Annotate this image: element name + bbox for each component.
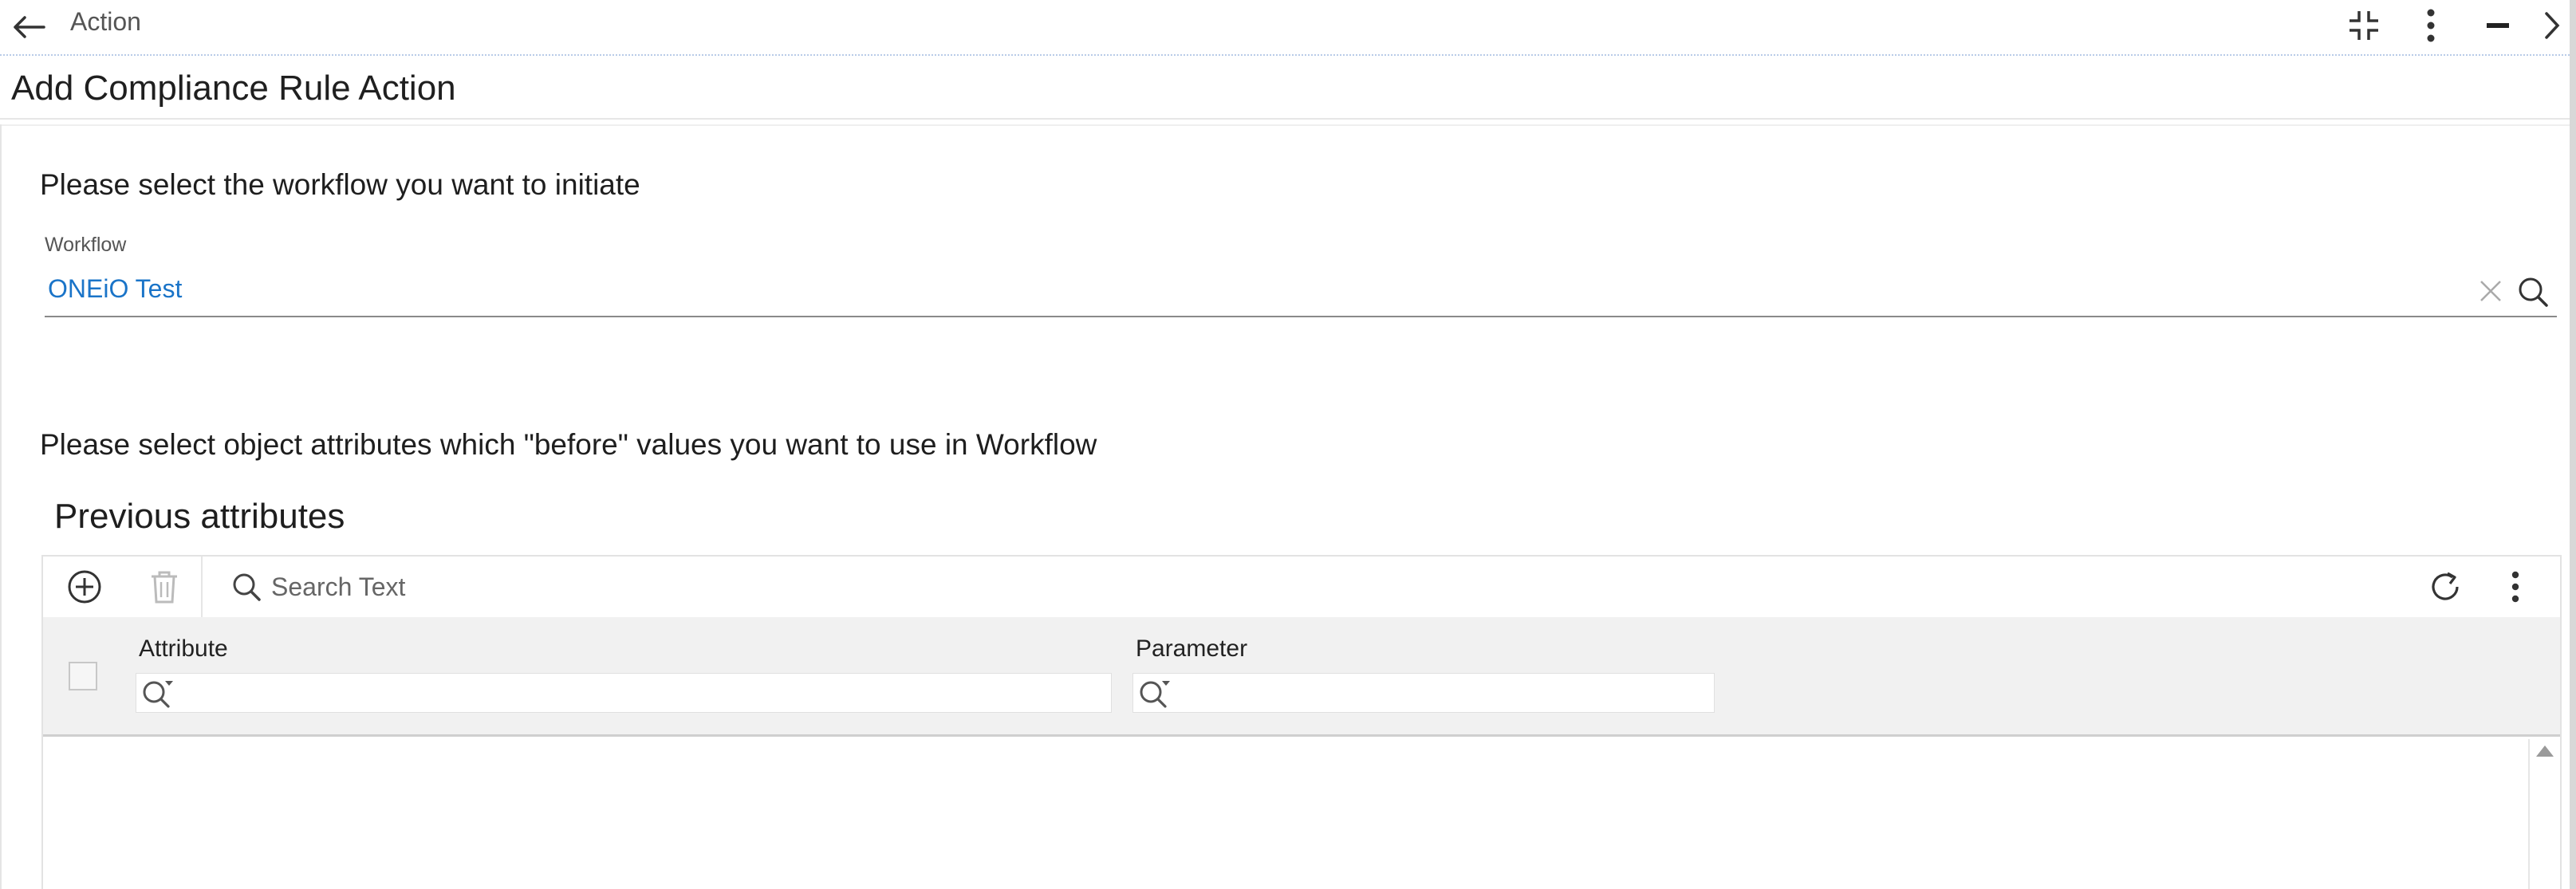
trash-icon — [150, 570, 179, 604]
close-icon — [2479, 279, 2503, 303]
search-input[interactable] — [271, 572, 2385, 602]
parameter-filter — [1132, 673, 1715, 713]
minimize-button[interactable] — [2476, 3, 2520, 48]
content-left-border — [0, 124, 2, 889]
attributes-table: Attribute Parameter — [41, 555, 2562, 889]
table-scrollbar[interactable] — [2528, 739, 2560, 889]
next-button[interactable] — [2536, 3, 2568, 48]
table-header: Attribute Parameter — [43, 617, 2560, 737]
attributes-instruction: Please select object attributes which "b… — [40, 428, 1097, 461]
column-header-parameter[interactable]: Parameter — [1136, 635, 1247, 663]
table-search — [231, 571, 2385, 603]
delete-row-button[interactable] — [142, 564, 187, 609]
page-title: Add Compliance Rule Action — [11, 69, 456, 108]
filter-search-icon — [141, 676, 178, 710]
arrow-left-icon — [12, 15, 45, 39]
search-icon — [2517, 276, 2549, 308]
attribute-filter — [136, 673, 1112, 713]
refresh-icon — [2428, 570, 2462, 604]
select-all-checkbox[interactable] — [69, 662, 97, 690]
chevron-right-icon — [2544, 11, 2560, 40]
collapse-icon — [2348, 10, 2380, 41]
column-header-attribute[interactable]: Attribute — [139, 635, 228, 663]
table-body — [43, 739, 2560, 889]
more-options-button[interactable] — [2409, 3, 2453, 48]
page-scrollbar[interactable] — [2570, 0, 2576, 889]
previous-attributes-heading: Previous attributes — [54, 497, 345, 536]
add-circle-icon — [67, 569, 102, 604]
add-row-button[interactable] — [62, 564, 107, 609]
table-more-button[interactable] — [2493, 564, 2538, 609]
collapse-button[interactable] — [2342, 3, 2386, 48]
workflow-field-underline — [45, 316, 2557, 317]
minimize-icon — [2487, 22, 2509, 30]
content-divider — [0, 124, 2576, 126]
more-vertical-icon — [2511, 570, 2520, 604]
table-toolbar — [43, 557, 2560, 617]
filter-search-icon — [1138, 676, 1175, 710]
clear-workflow-button[interactable] — [2471, 275, 2511, 307]
action-toolbar: Action — [0, 0, 2576, 56]
back-button[interactable] — [6, 5, 51, 49]
toolbar-divider — [201, 557, 203, 617]
workflow-instruction: Please select the workflow you want to i… — [40, 168, 640, 201]
search-icon — [231, 572, 262, 602]
workflow-search-button[interactable] — [2512, 273, 2554, 311]
toolbar-title: Action — [70, 7, 141, 36]
page-title-bar: Add Compliance Rule Action — [0, 57, 2576, 120]
attribute-filter-input[interactable] — [183, 674, 1111, 712]
workflow-field-label: Workflow — [45, 234, 127, 256]
more-vertical-icon — [2426, 8, 2436, 43]
scroll-up-arrow[interactable] — [2536, 745, 2554, 757]
parameter-filter-input[interactable] — [1180, 674, 1714, 712]
workflow-field-value[interactable]: ONEiO Test — [48, 273, 182, 305]
refresh-button[interactable] — [2423, 564, 2468, 609]
